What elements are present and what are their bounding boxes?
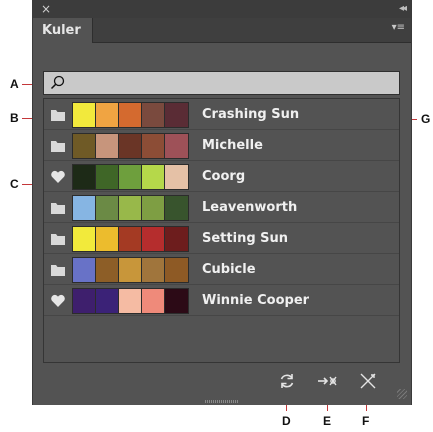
- theme-row[interactable]: Crashing Sun: [44, 99, 399, 130]
- color-swatch[interactable]: [119, 165, 142, 189]
- theme-swatches[interactable]: [72, 133, 189, 159]
- color-swatch[interactable]: [165, 196, 188, 220]
- heart-icon[interactable]: [50, 293, 66, 307]
- panel-footer: [33, 363, 411, 405]
- callout-e: E: [323, 414, 332, 428]
- panel-titlebar: × ◂◂: [33, 0, 411, 18]
- folder-icon[interactable]: [50, 231, 66, 245]
- callout-f: F: [362, 414, 370, 428]
- tab-strip: Kuler ▾≡: [33, 18, 411, 43]
- folder-icon[interactable]: [50, 138, 66, 152]
- callout-g: G: [421, 112, 431, 126]
- add-to-swatches-icon[interactable]: [317, 371, 337, 391]
- color-swatch[interactable]: [96, 103, 119, 127]
- color-swatch[interactable]: [73, 134, 96, 158]
- color-swatch[interactable]: [119, 227, 142, 251]
- theme-name: Coorg: [202, 169, 246, 184]
- color-swatch[interactable]: [119, 289, 142, 313]
- folder-icon[interactable]: [50, 107, 66, 121]
- color-swatch[interactable]: [142, 227, 165, 251]
- theme-swatches[interactable]: [72, 257, 189, 283]
- theme-row[interactable]: Coorg: [44, 161, 399, 192]
- color-swatch[interactable]: [73, 289, 96, 313]
- color-swatch[interactable]: [165, 134, 188, 158]
- theme-row[interactable]: Michelle: [44, 130, 399, 161]
- color-swatch[interactable]: [73, 196, 96, 220]
- refresh-icon[interactable]: [277, 371, 297, 391]
- theme-name: Winnie Cooper: [202, 293, 310, 308]
- color-swatch[interactable]: [96, 258, 119, 282]
- collapse-icon[interactable]: ◂◂: [399, 1, 407, 17]
- resize-grip[interactable]: [205, 400, 239, 403]
- color-swatch[interactable]: [96, 289, 119, 313]
- folder-icon[interactable]: [50, 262, 66, 276]
- color-swatch[interactable]: [165, 165, 188, 189]
- color-swatch[interactable]: [119, 196, 142, 220]
- color-swatch[interactable]: [165, 258, 188, 282]
- theme-swatches[interactable]: [72, 288, 189, 314]
- theme-name: Setting Sun: [202, 231, 289, 246]
- close-icon[interactable]: ×: [41, 1, 51, 17]
- color-swatch[interactable]: [96, 165, 119, 189]
- color-swatch[interactable]: [73, 227, 96, 251]
- callout-d: D: [282, 414, 291, 428]
- kuler-panel: × ◂◂ Kuler ▾≡ Crashing Sun Michelle Coorg L…: [32, 0, 412, 405]
- color-swatch[interactable]: [96, 134, 119, 158]
- color-swatch[interactable]: [119, 103, 142, 127]
- tab-kuler[interactable]: Kuler: [33, 18, 93, 43]
- heart-icon[interactable]: [50, 169, 66, 183]
- theme-list: Crashing Sun Michelle Coorg Leavenworth Sett…: [43, 98, 400, 363]
- theme-swatches[interactable]: [72, 102, 189, 128]
- color-swatch[interactable]: [142, 134, 165, 158]
- theme-row[interactable]: Cubicle: [44, 254, 399, 285]
- resize-corner[interactable]: [397, 389, 407, 399]
- theme-row[interactable]: Setting Sun: [44, 223, 399, 254]
- callout-c: C: [10, 177, 19, 191]
- color-swatch[interactable]: [73, 165, 96, 189]
- folder-icon[interactable]: [50, 200, 66, 214]
- theme-row[interactable]: Winnie Cooper: [44, 285, 399, 316]
- color-swatch[interactable]: [119, 134, 142, 158]
- color-swatch[interactable]: [165, 289, 188, 313]
- callout-a: A: [10, 77, 19, 91]
- theme-name: Cubicle: [202, 262, 256, 277]
- color-swatch[interactable]: [142, 196, 165, 220]
- theme-name: Michelle: [202, 138, 263, 153]
- color-swatch[interactable]: [96, 227, 119, 251]
- color-swatch[interactable]: [119, 258, 142, 282]
- color-swatch[interactable]: [142, 289, 165, 313]
- theme-name: Crashing Sun: [202, 107, 300, 122]
- theme-row[interactable]: Leavenworth: [44, 192, 399, 223]
- edit-theme-icon[interactable]: [358, 371, 378, 391]
- color-swatch[interactable]: [142, 258, 165, 282]
- theme-name: Leavenworth: [202, 200, 298, 215]
- theme-swatches[interactable]: [72, 195, 189, 221]
- color-swatch[interactable]: [142, 103, 165, 127]
- search-icon: [50, 75, 65, 90]
- color-swatch[interactable]: [165, 103, 188, 127]
- panel-menu-icon[interactable]: ▾≡: [392, 22, 405, 33]
- color-swatch[interactable]: [73, 258, 96, 282]
- color-swatch[interactable]: [73, 103, 96, 127]
- theme-swatches[interactable]: [72, 226, 189, 252]
- color-swatch[interactable]: [142, 165, 165, 189]
- callout-b: B: [10, 111, 19, 125]
- color-swatch[interactable]: [165, 227, 188, 251]
- theme-swatches[interactable]: [72, 164, 189, 190]
- color-swatch[interactable]: [96, 196, 119, 220]
- search-field[interactable]: [43, 71, 400, 95]
